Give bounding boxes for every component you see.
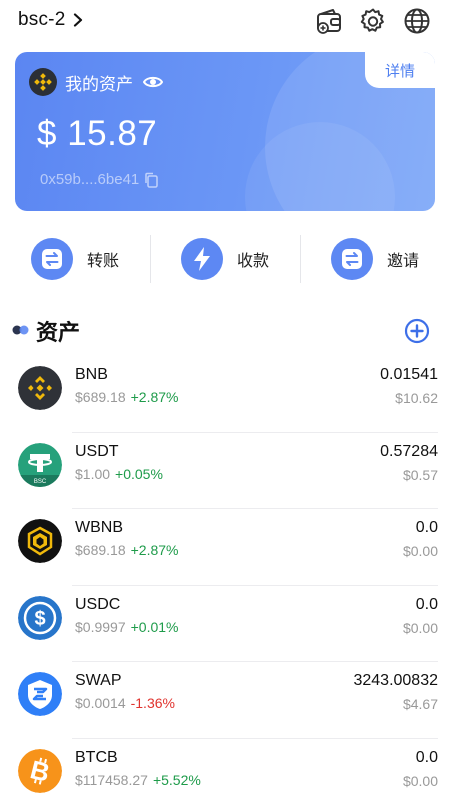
price-value: $689.18 <box>75 542 126 559</box>
token-amount: 0.0 <box>415 519 438 537</box>
bnb-chain-icon <box>29 68 57 96</box>
token-symbol: BTCB <box>75 748 118 766</box>
token-row-swap[interactable]: SWAP $0.0014 -1.36% 3243.00832 $4.67 <box>0 662 450 739</box>
token-row-bnb[interactable]: BNB $689.18 +2.87% 0.01541 $10.62 <box>0 356 450 433</box>
wallet-add-icon[interactable] <box>314 6 344 36</box>
add-token-icon[interactable] <box>404 318 430 344</box>
top-bar: bsc-2 <box>0 0 450 44</box>
price-change: +2.87% <box>130 389 179 405</box>
token-price: $117458.27 +5.52% <box>75 772 201 788</box>
usdt-icon: BSC <box>18 442 62 487</box>
token-amount: 0.0 <box>415 748 438 766</box>
action-row: 转账 收款 邀请 <box>0 230 450 288</box>
token-value: $0.57 <box>402 466 438 483</box>
token-price: $0.9997 +0.01% <box>75 619 178 635</box>
assets-section-header: 资产 <box>0 310 450 350</box>
price-value: $1.00 <box>75 465 111 482</box>
token-amount: 0.0 <box>415 595 438 613</box>
token-row-wbnb[interactable]: WBNB $689.18 +2.87% 0.0 $0.00 <box>0 509 450 586</box>
card-title: 我的资产 <box>65 74 133 94</box>
token-amount: 0.01541 <box>380 366 438 383</box>
receive-label: 收款 <box>236 253 269 270</box>
token-price: $1.00 +0.05% <box>75 466 163 482</box>
card-header: 我的资产 <box>29 68 163 96</box>
token-price: $689.18 +2.87% <box>75 389 178 405</box>
svg-text:$: $ <box>34 608 45 630</box>
token-value: $4.67 <box>402 696 438 713</box>
chevron-right-icon <box>74 13 83 27</box>
receive-button[interactable]: 收款 <box>150 230 300 288</box>
btcb-icon: B <box>18 748 62 793</box>
invite-button[interactable]: 邀请 <box>300 230 450 288</box>
assets-title: 资产 <box>36 320 81 345</box>
token-price: $689.18 +2.87% <box>75 542 178 558</box>
token-symbol: BNB <box>75 366 108 383</box>
invite-label: 邀请 <box>386 253 419 270</box>
transfer-label: 转账 <box>86 253 119 270</box>
token-value: $0.00 <box>402 619 438 636</box>
eye-icon[interactable] <box>143 74 163 90</box>
token-value: $10.62 <box>395 390 438 406</box>
price-change: -1.36% <box>130 695 175 712</box>
bnb-icon <box>18 366 62 410</box>
total-balance: $ 15.87 <box>37 114 158 153</box>
transfer-icon <box>30 238 73 280</box>
copy-icon[interactable] <box>143 172 159 188</box>
token-amount: 3243.00832 <box>353 672 438 690</box>
price-value: $117458.27 <box>75 771 148 788</box>
price-change: +5.52% <box>152 771 201 788</box>
transfer-button[interactable]: 转账 <box>0 230 150 288</box>
wbnb-icon <box>18 519 62 564</box>
token-price: $0.0014 -1.36% <box>75 695 175 711</box>
section-dots-icon <box>12 325 29 335</box>
token-row-usdt[interactable]: BSC USDT $1.00 +0.05% 0.57284 $0.57 <box>0 433 450 510</box>
address-copy[interactable]: 0x59b....6be41 <box>40 171 159 188</box>
globe-icon[interactable] <box>402 6 432 36</box>
detail-button[interactable]: 详情 <box>365 52 435 88</box>
price-value: $0.0014 <box>75 695 126 712</box>
token-row-btcb[interactable]: B BTCB $117458.27 +5.52% 0.0 $0.00 <box>0 739 450 800</box>
token-list: BNB $689.18 +2.87% 0.01541 $10.62 BSC USD… <box>0 356 450 800</box>
token-symbol: WBNB <box>75 519 123 537</box>
token-value: $0.00 <box>402 772 438 789</box>
usdt-badge-text: BSC <box>34 479 47 485</box>
settings-gear-icon[interactable] <box>358 6 388 36</box>
token-value: $0.00 <box>402 543 438 560</box>
invite-icon <box>330 238 373 280</box>
price-change: +2.87% <box>130 542 179 559</box>
asset-card: 我的资产 详情 $ 15.87 0x59b....6be41 <box>15 52 435 211</box>
price-value: $689.18 <box>75 389 126 405</box>
swap-icon <box>18 672 62 717</box>
price-change: +0.01% <box>130 618 179 635</box>
lightning-icon <box>180 238 223 280</box>
price-value: $0.9997 <box>75 618 126 635</box>
token-symbol: USDT <box>75 442 119 460</box>
token-symbol: USDC <box>75 595 121 613</box>
network-name: bsc-2 <box>18 9 66 30</box>
token-amount: 0.57284 <box>380 442 438 460</box>
token-symbol: SWAP <box>75 672 122 690</box>
usdc-icon: $ <box>18 595 62 640</box>
top-icons <box>314 6 432 36</box>
token-row-usdc[interactable]: $ USDC $0.9997 +0.01% 0.0 $0.00 <box>0 586 450 663</box>
price-change: +0.05% <box>115 465 163 482</box>
wallet-address: 0x59b....6be41 <box>40 171 140 188</box>
network-selector[interactable]: bsc-2 <box>18 9 85 31</box>
